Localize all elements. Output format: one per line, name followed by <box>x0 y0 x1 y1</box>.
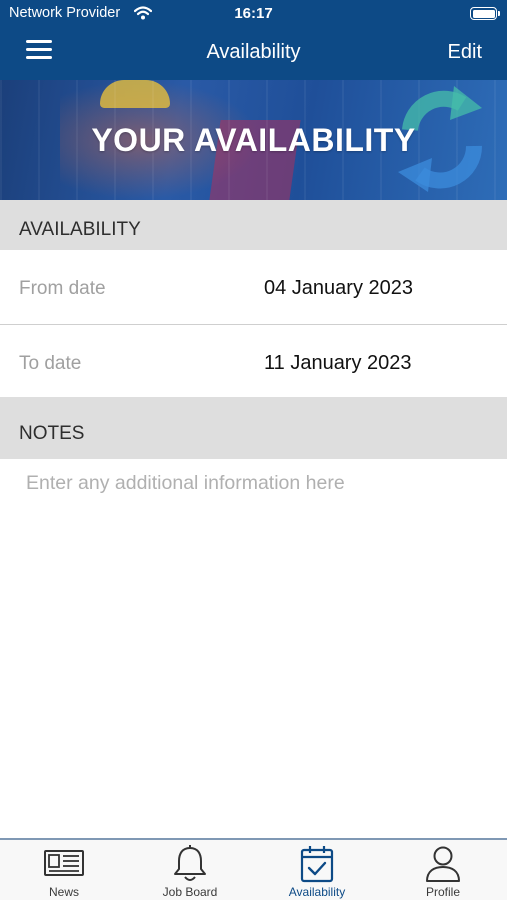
to-date-row[interactable]: To date 11 January 2023 <box>0 325 507 397</box>
tab-label: Availability <box>288 885 346 899</box>
availability-section-header: AVAILABILITY <box>0 200 507 250</box>
notes-section-header: NOTES <box>0 397 507 459</box>
calendar-check-icon <box>300 846 334 883</box>
tab-availability[interactable]: Availability <box>254 840 380 900</box>
from-date-label: From date <box>19 278 106 299</box>
from-date-value[interactable]: 04 January 2023 <box>264 277 413 300</box>
banner-heading: YOUR AVAILABILITY <box>91 122 416 158</box>
app-header: Network Provider 16:17 Availability Edit <box>0 0 507 80</box>
availability-banner: YOUR AVAILABILITY <box>0 80 507 200</box>
tab-bar: News Job Board Availability Profile <box>0 838 507 900</box>
newspaper-icon <box>44 850 84 876</box>
notes-input[interactable]: Enter any additional information here <box>26 472 345 495</box>
edit-button[interactable]: Edit <box>448 41 482 64</box>
page-title: Availability <box>206 41 301 63</box>
battery-icon <box>470 7 500 20</box>
person-icon <box>426 846 460 882</box>
to-date-label: To date <box>19 353 82 374</box>
bell-icon <box>174 845 206 881</box>
tab-label: Profile <box>425 885 460 899</box>
status-bar: Network Provider 16:17 <box>0 0 507 28</box>
tab-profile[interactable]: Profile <box>380 840 506 900</box>
status-time: 16:17 <box>234 5 273 22</box>
to-date-value[interactable]: 11 January 2023 <box>264 352 412 375</box>
tab-news[interactable]: News <box>1 840 127 900</box>
navigation-bar: Availability Edit <box>0 30 507 78</box>
tab-job-board[interactable]: Job Board <box>127 840 253 900</box>
tab-label: Job Board <box>162 885 218 899</box>
from-date-row[interactable]: From date 04 January 2023 <box>0 250 507 325</box>
tab-label: News <box>48 885 79 899</box>
